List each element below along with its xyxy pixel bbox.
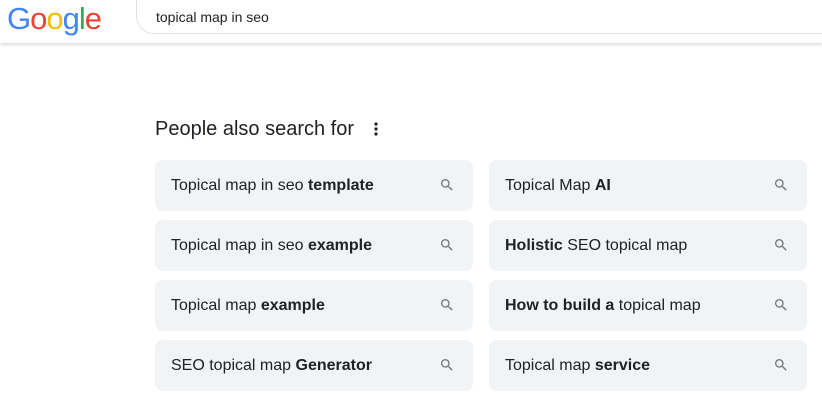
search-icon: [441, 359, 453, 371]
related-search-chip[interactable]: Holistic SEO topical map: [489, 220, 807, 271]
search-icon: [775, 239, 787, 251]
search-icon: [775, 299, 787, 311]
related-search-chip[interactable]: Topical map in seo template: [155, 160, 473, 211]
related-search-chip[interactable]: Topical map in seo example: [155, 220, 473, 271]
related-search-chip[interactable]: How to build a topical map: [489, 280, 807, 331]
people-also-search-header: People also search for: [155, 115, 381, 143]
related-search-chip[interactable]: SEO topical map Generator: [155, 340, 473, 391]
google-logo[interactable]: Google: [7, 0, 102, 38]
search-input[interactable]: [156, 6, 756, 28]
related-search-chip[interactable]: Topical map example: [155, 280, 473, 331]
search-icon: [441, 179, 453, 191]
logo-letter-g2: g: [62, 1, 80, 36]
more-vert-icon[interactable]: [371, 119, 381, 139]
related-search-label: SEO topical map Generator: [171, 357, 372, 374]
search-icon: [441, 299, 453, 311]
search-icon: [441, 239, 453, 251]
logo-letter-e: e: [84, 1, 102, 36]
search-icon: [775, 359, 787, 371]
related-search-label: Topical map in seo example: [171, 237, 373, 254]
related-search-chip[interactable]: Topical map service: [489, 340, 807, 391]
search-box: [136, 0, 822, 34]
related-search-label: Topical map service: [505, 357, 650, 374]
people-also-search-title: People also search for: [155, 118, 355, 140]
search-results-page: Google People also search for Topical ma…: [0, 0, 822, 417]
related-search-label: Topical Map AI: [505, 177, 611, 194]
logo-letter-o2: o: [46, 1, 63, 36]
logo-letter-g: G: [7, 1, 31, 36]
related-search-label: Topical map in seo template: [171, 177, 374, 194]
search-icon: [775, 179, 787, 191]
related-search-label: How to build a topical map: [505, 297, 701, 314]
logo-letter-o1: o: [30, 1, 47, 36]
search-header: Google: [0, 0, 822, 43]
related-search-label: Holistic SEO topical map: [505, 237, 688, 254]
related-search-chip[interactable]: Topical Map AI: [489, 160, 807, 211]
related-search-label: Topical map example: [171, 297, 325, 314]
